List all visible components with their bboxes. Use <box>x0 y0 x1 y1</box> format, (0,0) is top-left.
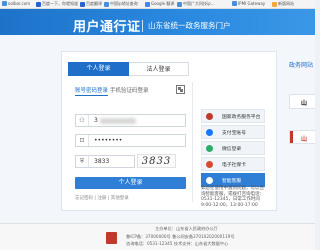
folder-icon <box>272 1 277 7</box>
page: oolbar.com 百度一下，你就知道 百度翻译 中国ip地址查询 Googl… <box>0 0 315 250</box>
tab-personal-login[interactable]: 个人登录 <box>68 62 129 76</box>
police-emblem-icon <box>106 232 117 244</box>
subtab-sms-code[interactable]: 手机验证码登录 <box>110 86 149 94</box>
social-card-icon <box>206 161 213 168</box>
accent-bar <box>290 131 293 143</box>
footer-contact: 咨询电话：0531-12345 技术支持：山东省大数据中心 <box>126 241 229 246</box>
bookmarks-bar: oolbar.com 百度一下，你就知道 百度翻译 中国ip地址查询 Googl… <box>0 0 315 9</box>
bookmark-item[interactable]: 新版网站 <box>272 1 294 7</box>
service-social-card[interactable]: 电子社保卡 <box>201 157 265 171</box>
page-subtitle: 山东省统一政务服务门户 <box>148 21 231 30</box>
subtab-account-password[interactable]: 账号密码登录 <box>75 86 109 96</box>
captcha-input[interactable]: ⛨ 3833 <box>75 155 135 168</box>
robot-icon <box>206 177 213 184</box>
alipay-icon <box>206 129 213 136</box>
footer-icp: 鲁ICP备：37000000号 鲁公网安备37010202000119号 <box>126 234 235 239</box>
captcha-image[interactable]: 3833 <box>137 154 176 168</box>
footer-organizer: 主办单位：山东省人民政府办公厅 <box>155 226 218 231</box>
google-icon <box>145 1 150 7</box>
vertical-divider <box>192 82 193 202</box>
globe-icon <box>232 1 237 6</box>
username-field[interactable]: ⚇ 3 <box>75 114 186 127</box>
user-icon: ⚇ <box>76 115 89 126</box>
right-panel-title: 政务网站 <box>289 62 314 69</box>
tab-legal-login[interactable]: 法人登录 <box>129 62 189 76</box>
shield-icon: ⛨ <box>76 156 89 167</box>
page-title: 用户通行证 <box>73 20 141 35</box>
right-link-box-1[interactable]: 山 <box>289 94 315 109</box>
bookmark-item[interactable]: 百度一下，你就知道 <box>36 1 78 7</box>
globe-icon <box>177 1 182 7</box>
service-alipay[interactable]: 支付宝账号 <box>201 125 265 139</box>
bookmark-item[interactable]: oolbar.com <box>2 1 30 6</box>
emblem-icon <box>206 113 213 120</box>
auxiliary-links[interactable]: 忘记密码 | 注册 | 其他登录 <box>75 195 129 201</box>
lock-icon: ⊡ <box>76 135 89 146</box>
right-link-box-2[interactable]: 山 <box>289 130 315 144</box>
header-divider <box>142 20 143 32</box>
service-smart-assistant[interactable]: 智能客服 <box>201 173 265 187</box>
translate-icon <box>80 1 85 7</box>
bookmark-item[interactable]: 中国广大科技ip... <box>177 1 214 7</box>
globe-icon <box>104 1 109 7</box>
bookmark-item[interactable]: Google 翻译 <box>145 1 174 7</box>
globe-icon <box>2 1 7 6</box>
bookmark-item[interactable]: 中国ip地址查询 <box>104 1 138 7</box>
bookmark-item[interactable]: 百度翻译 <box>80 1 102 7</box>
service-wechat[interactable]: 微信登录 <box>201 141 265 155</box>
wechat-icon <box>206 145 213 152</box>
service-national-platform[interactable]: 国家政务服务平台 <box>201 109 265 123</box>
password-field[interactable]: ⊡ •••••••• <box>75 134 186 147</box>
baidu-icon <box>36 1 41 7</box>
qr-code-icon[interactable] <box>176 85 185 94</box>
bookmark-item[interactable]: IPMI Gateway <box>232 1 265 6</box>
login-button[interactable]: 个人登录 <box>75 177 186 189</box>
redacted-username <box>100 118 136 124</box>
smart-service-note: 如您在使用中遇到问题，可以咨询智能客服，或拨打咨询电话：0531-12345，日… <box>201 186 264 208</box>
